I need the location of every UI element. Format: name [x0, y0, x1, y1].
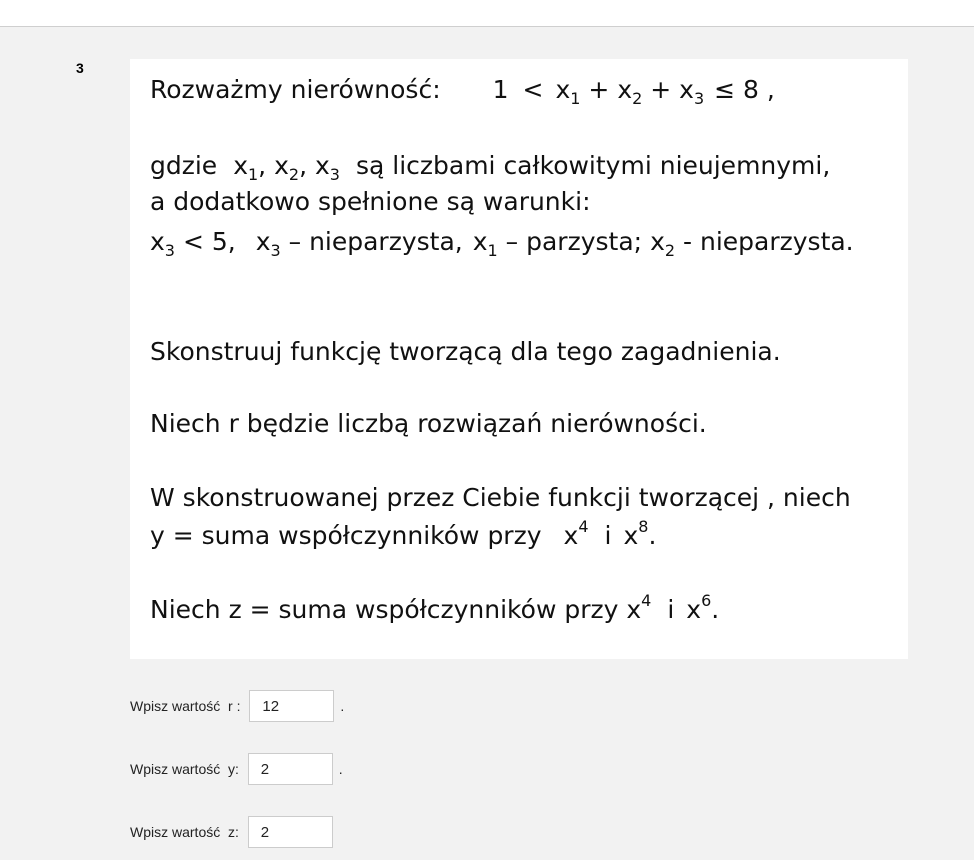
task-line-2: gdzie x1, x2, x3 są liczbami całkowitymi n… [150, 151, 831, 184]
task-line-1: Rozważmy nierówność: 1 < x1 + x2 + x3 ≤ 8 , [150, 75, 775, 108]
task-line-6: Niech r będzie liczbą rozwiązań nierówno… [150, 409, 707, 438]
answer-input-y[interactable] [247, 753, 333, 785]
question-number: 3 [76, 60, 84, 76]
task-line-4: x3 < 5, x3 – nieparzysta, x1 – parzysta; x2… [150, 227, 854, 260]
answer-input-z[interactable] [247, 816, 333, 848]
task-image: Rozważmy nierówność: 1 < x1 + x2 + x3 ≤ 8 , … [130, 59, 908, 659]
answer-label-y: Wpisz wartość y: [130, 761, 243, 777]
task-line-5: Skonstruuj funkcję tworzącą dla tego zag… [150, 337, 781, 366]
answer-suffix-y: . [338, 761, 343, 777]
answer-row-y: Wpisz wartość y: . [130, 753, 343, 785]
task-line-3: a dodatkowo spełnione są warunki: [150, 187, 591, 216]
task-line-8: y = suma współczynników przy x4 i x8. [150, 517, 657, 551]
answer-label-r: Wpisz wartość r : [130, 698, 245, 714]
task-line-7: W skonstruowanej przez Ciebie funkcji tw… [150, 483, 851, 512]
top-bar [0, 0, 974, 27]
answer-row-z: Wpisz wartość z: [130, 816, 333, 848]
answer-label-z: Wpisz wartość z: [130, 824, 243, 840]
task-line-9: Niech z = suma współczynników przy x4 i x6… [150, 591, 720, 625]
answer-suffix-r: . [340, 698, 345, 714]
answer-row-r: Wpisz wartość r : . [130, 690, 344, 722]
answer-input-r[interactable] [249, 690, 335, 722]
